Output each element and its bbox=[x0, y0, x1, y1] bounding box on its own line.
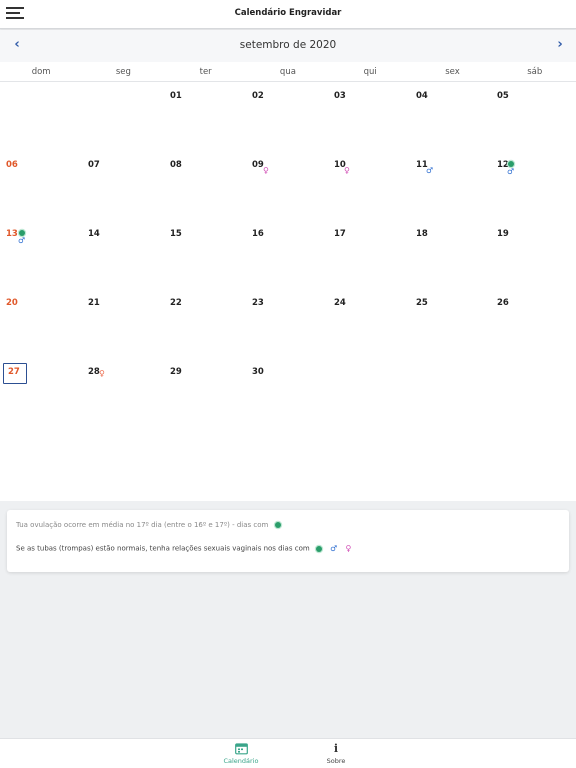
weekday-ter: ter bbox=[199, 67, 212, 77]
day-number: 29 bbox=[170, 367, 182, 377]
day-cell[interactable]: 10 ♀ bbox=[328, 156, 410, 224]
day-number: 17 bbox=[334, 229, 346, 239]
day-cell[interactable]: 21 bbox=[82, 294, 164, 362]
chevron-right-icon[interactable]: › bbox=[552, 37, 568, 53]
top-bar: Calendário Engravidar bbox=[0, 0, 576, 29]
day-cell[interactable]: 23 bbox=[246, 294, 328, 362]
day-cell-today[interactable]: 27 bbox=[0, 363, 82, 431]
male-icon: ♂ bbox=[18, 236, 26, 245]
female-icon: ♀ bbox=[344, 166, 350, 175]
male-icon: ♂ bbox=[330, 544, 338, 553]
info-icon: i bbox=[333, 742, 339, 755]
day-number: 16 bbox=[252, 229, 264, 239]
day-cell[interactable]: 20 bbox=[0, 294, 82, 362]
day-cell[interactable]: 15 bbox=[164, 225, 246, 293]
day-number: 24 bbox=[334, 298, 346, 308]
day-cell[interactable]: 30 bbox=[246, 363, 328, 431]
day-number: 01 bbox=[170, 91, 182, 101]
bottom-tab-bar: Calendário i Sobre bbox=[0, 738, 576, 768]
weekday-seg: seg bbox=[115, 67, 131, 77]
day-number: 27 bbox=[8, 367, 20, 377]
male-icon: ♂ bbox=[426, 166, 434, 175]
day-number: 14 bbox=[88, 229, 100, 239]
day-cell[interactable]: 08 bbox=[164, 156, 246, 224]
day-cell[interactable]: 19 bbox=[491, 225, 573, 293]
day-number: 20 bbox=[6, 298, 18, 308]
day-number: 22 bbox=[170, 298, 182, 308]
day-cell[interactable]: 29 bbox=[164, 363, 246, 431]
day-cell[interactable]: 05 bbox=[491, 87, 573, 155]
calendar: ‹ setembro de 2020 › dom seg ter qua qui… bbox=[0, 30, 576, 501]
month-title: setembro de 2020 bbox=[239, 39, 337, 51]
day-cell[interactable]: 03 bbox=[328, 87, 410, 155]
menstruation-icon: ♀ bbox=[99, 369, 105, 378]
intercourse-info-text: Se as tubas (trompas) estão normais, ten… bbox=[16, 544, 310, 553]
app-title: Calendário Engravidar bbox=[234, 8, 342, 18]
tab-label: Sobre bbox=[326, 757, 346, 765]
intercourse-info: Se as tubas (trompas) estão normais, ten… bbox=[16, 544, 351, 553]
info-card: Tua ovulação ocorre em média no 17º dia … bbox=[7, 510, 569, 572]
ovulation-dot-icon bbox=[274, 522, 281, 528]
female-icon: ♀ bbox=[345, 544, 352, 553]
day-number: 02 bbox=[252, 91, 264, 101]
month-bar: ‹ setembro de 2020 › bbox=[0, 30, 576, 62]
day-number: 15 bbox=[170, 229, 182, 239]
weekday-qua: qua bbox=[279, 67, 296, 77]
day-cell[interactable]: 16 bbox=[246, 225, 328, 293]
day-number: 19 bbox=[497, 229, 509, 239]
day-cell[interactable]: 24 bbox=[328, 294, 410, 362]
day-number: 08 bbox=[170, 160, 182, 170]
calendar-icon bbox=[234, 743, 248, 755]
day-number: 23 bbox=[252, 298, 264, 308]
ovulation-info: Tua ovulação ocorre em média no 17º dia … bbox=[16, 521, 281, 529]
day-cell[interactable]: 22 bbox=[164, 294, 246, 362]
day-number: 07 bbox=[88, 160, 100, 170]
day-number: 18 bbox=[416, 229, 428, 239]
day-cell[interactable]: 01 bbox=[164, 87, 246, 155]
weekday-sab: sáb bbox=[527, 67, 543, 77]
day-cell[interactable]: 12 ♂ bbox=[491, 156, 573, 224]
day-cell[interactable]: 04 bbox=[410, 87, 492, 155]
day-number: 05 bbox=[497, 91, 509, 101]
day-cell[interactable]: 02 bbox=[246, 87, 328, 155]
weekday-dom: dom bbox=[31, 67, 51, 77]
weekday-sex: sex bbox=[445, 67, 460, 77]
day-cell[interactable]: 14 bbox=[82, 225, 164, 293]
ovulation-info-text: Tua ovulação ocorre em média no 17º dia … bbox=[16, 521, 269, 529]
tab-label: Calendário bbox=[223, 757, 259, 765]
day-number: 30 bbox=[252, 367, 264, 377]
day-cell[interactable]: 25 bbox=[410, 294, 492, 362]
day-cell[interactable]: 06 bbox=[0, 156, 82, 224]
day-number: 26 bbox=[497, 298, 509, 308]
ovulation-dot-icon bbox=[315, 545, 322, 552]
day-cell[interactable]: 13 ♂ bbox=[0, 225, 82, 293]
weekday-qui: qui bbox=[363, 67, 377, 77]
day-cell[interactable]: 28 ♀ bbox=[82, 363, 164, 431]
day-number: 25 bbox=[416, 298, 428, 308]
male-icon: ♂ bbox=[507, 167, 515, 176]
day-number: 03 bbox=[334, 91, 346, 101]
tab-calendario[interactable]: Calendário bbox=[211, 742, 271, 765]
day-cell[interactable]: 26 bbox=[491, 294, 573, 362]
weekday-header: dom seg ter qua qui sex sáb bbox=[0, 62, 576, 82]
day-cell[interactable]: 11 ♂ bbox=[410, 156, 492, 224]
day-cell[interactable]: 17 bbox=[328, 225, 410, 293]
day-number: 21 bbox=[88, 298, 100, 308]
day-cell[interactable]: 09 ♀ bbox=[246, 156, 328, 224]
day-number: 04 bbox=[416, 91, 428, 101]
day-cell[interactable]: 07 bbox=[82, 156, 164, 224]
day-number: 13 bbox=[6, 229, 18, 239]
day-cell[interactable]: 18 bbox=[410, 225, 492, 293]
female-icon: ♀ bbox=[263, 166, 269, 175]
day-number: 06 bbox=[6, 160, 18, 170]
tab-sobre[interactable]: i Sobre bbox=[306, 742, 366, 765]
